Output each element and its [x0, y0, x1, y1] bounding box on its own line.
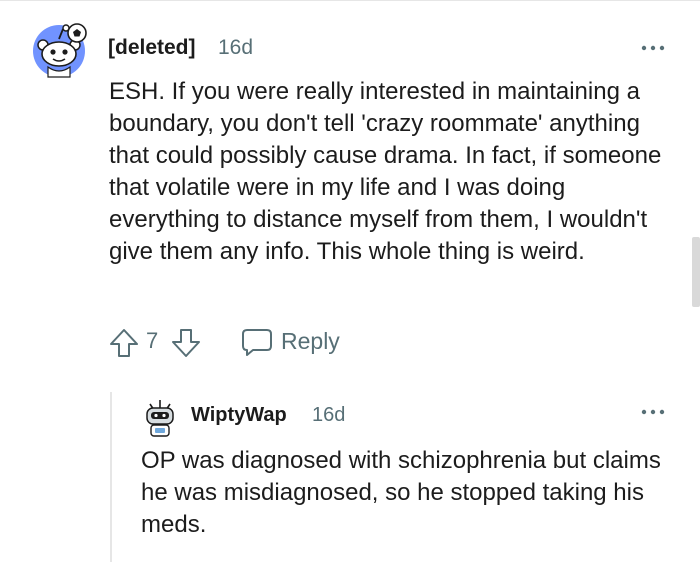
comment-timestamp: 16d	[218, 36, 254, 59]
upvote-arrow-icon[interactable]	[108, 327, 140, 359]
more-options-icon[interactable]	[638, 402, 668, 422]
comment-text: ESH. If you were really interested in ma…	[109, 78, 662, 265]
reply-username[interactable]: WiptyWap	[191, 404, 287, 427]
speech-bubble-icon[interactable]	[240, 327, 274, 357]
thread-line[interactable]	[110, 392, 112, 562]
snoo-robot-avatar-icon[interactable]	[142, 398, 178, 438]
comment-username[interactable]: [deleted]	[108, 36, 196, 60]
top-divider	[0, 0, 700, 1]
reply-body: OP was diagnosed with schizophrenia but …	[141, 445, 681, 541]
vote-score: 7	[146, 328, 159, 353]
comment-body: ESH. If you were really interested in ma…	[109, 76, 679, 268]
downvote-arrow-icon[interactable]	[170, 327, 202, 359]
snoo-soccer-avatar-icon[interactable]	[30, 21, 88, 79]
reply-button[interactable]: Reply	[281, 328, 340, 355]
more-options-icon[interactable]	[638, 38, 668, 58]
reply-timestamp: 16d	[312, 404, 346, 426]
scrollbar-thumb[interactable]	[692, 237, 700, 307]
reply-text: OP was diagnosed with schizophrenia but …	[141, 447, 661, 538]
